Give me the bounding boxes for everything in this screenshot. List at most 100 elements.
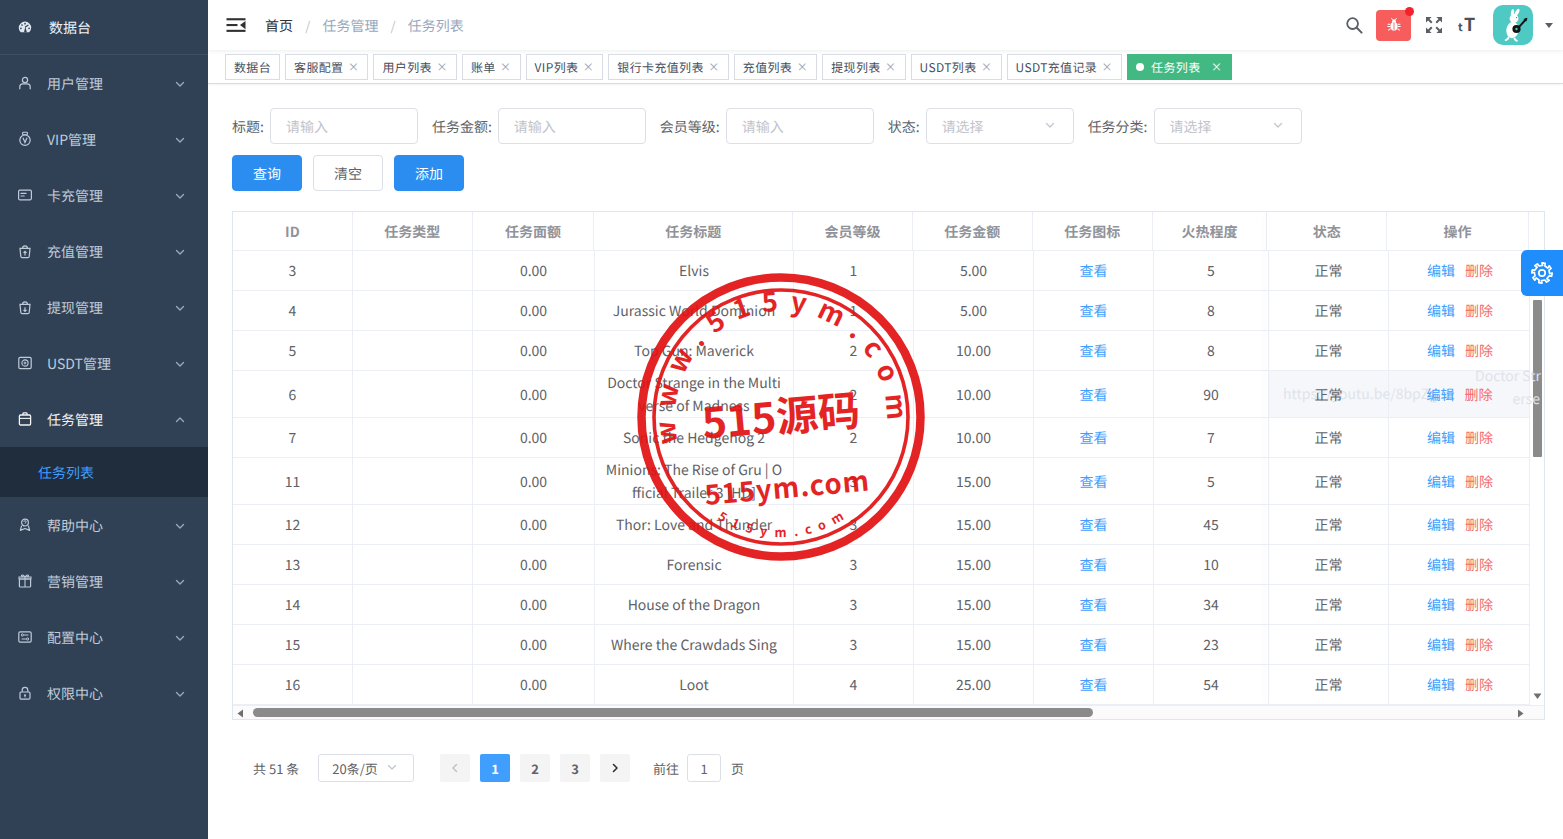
filter-select-4[interactable]: 请选择 xyxy=(1154,108,1302,144)
view-link[interactable]: 查看 xyxy=(1080,259,1108,282)
edit-link[interactable]: 编辑 xyxy=(1427,299,1455,322)
close-icon[interactable]: × xyxy=(500,60,512,73)
scrollbar-thumb[interactable] xyxy=(1533,300,1542,457)
table-row[interactable]: 150.00Where the Crawdads Sing315.00查看23正… xyxy=(233,625,1544,665)
column-header[interactable]: 任务图标 xyxy=(1033,212,1153,251)
column-header[interactable]: 状态 xyxy=(1267,212,1387,251)
edit-link[interactable]: 编辑 xyxy=(1427,593,1455,616)
vertical-scrollbar[interactable] xyxy=(1529,251,1544,705)
horizontal-scrollbar[interactable] xyxy=(233,705,1544,719)
sidebar-item-10[interactable]: 权限中心 xyxy=(0,665,208,721)
close-icon[interactable]: × xyxy=(1211,60,1223,73)
hamburger-icon[interactable] xyxy=(226,16,246,34)
sidebar-item-0[interactable]: 用户管理 xyxy=(0,55,208,111)
scroll-right-arrow[interactable] xyxy=(1517,709,1525,718)
filter-select-3[interactable]: 请选择 xyxy=(926,108,1074,144)
clear-button[interactable]: 清空 xyxy=(313,155,383,191)
caret-down-icon[interactable] xyxy=(1543,19,1555,31)
view-link[interactable]: 查看 xyxy=(1080,470,1108,493)
font-size-icon[interactable]: tT xyxy=(1457,15,1479,35)
view-link[interactable]: 查看 xyxy=(1080,673,1108,696)
close-icon[interactable]: × xyxy=(1101,60,1113,73)
avatar[interactable] xyxy=(1493,5,1533,45)
view-link[interactable]: 查看 xyxy=(1080,593,1108,616)
tag-数据台[interactable]: 数据台 xyxy=(225,54,280,80)
delete-link[interactable]: 删除 xyxy=(1465,633,1493,656)
delete-link[interactable]: 删除 xyxy=(1465,553,1493,576)
tag-充值列表[interactable]: 充值列表× xyxy=(734,54,817,80)
tag-用户列表[interactable]: 用户列表× xyxy=(373,54,456,80)
edit-link[interactable]: 编辑 xyxy=(1427,426,1455,449)
delete-link[interactable]: 删除 xyxy=(1465,339,1493,362)
delete-link[interactable]: 删除 xyxy=(1465,383,1493,406)
bug-report-button[interactable] xyxy=(1376,10,1411,41)
table-row[interactable]: 160.00Loot425.00查看54正常编辑删除 xyxy=(233,665,1544,705)
sidebar-item-3[interactable]: 充值管理 xyxy=(0,223,208,279)
delete-link[interactable]: 删除 xyxy=(1465,513,1493,536)
column-header[interactable]: 任务标题 xyxy=(594,212,793,251)
page-size-select[interactable]: 20条/页 xyxy=(318,754,414,782)
edit-link[interactable]: 编辑 xyxy=(1427,259,1455,282)
delete-link[interactable]: 删除 xyxy=(1465,470,1493,493)
sidebar-item-7[interactable]: 帮助中心 xyxy=(0,497,208,553)
tag-提现列表[interactable]: 提现列表× xyxy=(822,54,905,80)
view-link[interactable]: 查看 xyxy=(1080,633,1108,656)
search-icon[interactable] xyxy=(1344,15,1364,35)
close-icon[interactable]: × xyxy=(981,60,993,73)
sidebar-item-1[interactable]: VIP管理 xyxy=(0,111,208,167)
edit-link[interactable]: 编辑 xyxy=(1427,553,1455,576)
sidebar-item-4[interactable]: 提现管理 xyxy=(0,279,208,335)
delete-link[interactable]: 删除 xyxy=(1465,259,1493,282)
search-button[interactable]: 查询 xyxy=(232,155,302,191)
sidebar-logo[interactable]: 数据台 xyxy=(0,0,208,55)
settings-gear-button[interactable] xyxy=(1521,250,1563,296)
delete-link[interactable]: 删除 xyxy=(1465,426,1493,449)
edit-link[interactable]: 编辑 xyxy=(1427,339,1455,362)
view-link[interactable]: 查看 xyxy=(1080,553,1108,576)
scrollbar-thumb[interactable] xyxy=(253,708,1093,717)
tag-客服配置[interactable]: 客服配置× xyxy=(285,54,368,80)
column-header[interactable]: 火热程度 xyxy=(1153,212,1268,251)
view-link[interactable]: 查看 xyxy=(1080,513,1108,536)
view-link[interactable]: 查看 xyxy=(1080,426,1108,449)
tag-USDT充值记录[interactable]: USDT充值记录× xyxy=(1007,54,1123,80)
edit-link[interactable]: 编辑 xyxy=(1427,633,1455,656)
table-row[interactable]: 140.00House of the Dragon315.00查看34正常编辑删… xyxy=(233,585,1544,625)
column-header[interactable]: 任务面额 xyxy=(473,212,595,251)
column-header[interactable]: ID xyxy=(233,212,353,251)
tag-账单[interactable]: 账单× xyxy=(462,54,521,80)
delete-link[interactable]: 删除 xyxy=(1465,673,1493,696)
sidebar-item-6[interactable]: 任务管理 xyxy=(0,391,208,447)
close-icon[interactable]: × xyxy=(708,60,720,73)
view-link[interactable]: 查看 xyxy=(1080,339,1108,362)
close-icon[interactable]: × xyxy=(796,60,808,73)
sidebar-item-5[interactable]: USDT管理 xyxy=(0,335,208,391)
column-header[interactable]: 任务金额 xyxy=(913,212,1033,251)
page-2-button[interactable]: 2 xyxy=(520,754,550,782)
sidebar-item-8[interactable]: 营销管理 xyxy=(0,553,208,609)
tag-VIP列表[interactable]: VIP列表× xyxy=(526,54,604,80)
tag-任务列表[interactable]: 任务列表× xyxy=(1127,54,1231,80)
delete-link[interactable]: 删除 xyxy=(1465,299,1493,322)
tag-银行卡充值列表[interactable]: 银行卡充值列表× xyxy=(608,54,728,80)
edit-link[interactable]: 编辑 xyxy=(1427,513,1455,536)
delete-link[interactable]: 删除 xyxy=(1465,593,1493,616)
add-button[interactable]: 添加 xyxy=(394,155,464,191)
column-header[interactable]: 任务类型 xyxy=(353,212,473,251)
fullscreen-icon[interactable] xyxy=(1424,15,1444,35)
sidebar-item-9[interactable]: 配置中心 xyxy=(0,609,208,665)
page-1-button[interactable]: 1 xyxy=(480,754,510,782)
next-page-button[interactable] xyxy=(600,754,630,782)
sidebar-item-2[interactable]: 卡充管理 xyxy=(0,167,208,223)
prev-page-button[interactable] xyxy=(440,754,470,782)
close-icon[interactable]: × xyxy=(347,60,359,73)
sidebar-subitem-6-0[interactable]: 任务列表 xyxy=(0,447,208,497)
tag-USDT列表[interactable]: USDT列表× xyxy=(911,54,1002,80)
view-link[interactable]: 查看 xyxy=(1080,299,1108,322)
scroll-left-arrow[interactable] xyxy=(236,709,244,718)
column-header[interactable]: 会员等级 xyxy=(793,212,913,251)
edit-link[interactable]: 编辑 xyxy=(1427,470,1455,493)
close-icon[interactable]: × xyxy=(885,60,897,73)
filter-input-1[interactable] xyxy=(498,108,646,144)
page-jump-input[interactable] xyxy=(687,754,721,782)
